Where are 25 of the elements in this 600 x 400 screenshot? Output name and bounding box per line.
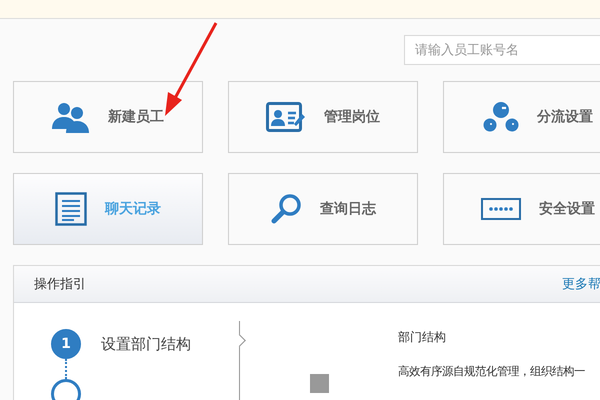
detail-heading: 部门结构 [398,329,447,346]
shortcut-tile[interactable]: 管理岗位 [228,81,418,153]
id-card-icon [266,102,306,132]
shortcut-tile[interactable]: 查询日志 [228,173,418,245]
shortcut-tile[interactable]: 分流设置 [443,81,600,153]
step-label[interactable]: 设置部门结构 [101,334,191,354]
tile-label: 查询日志 [320,200,376,218]
panel-title: 操作指引 [34,276,86,293]
shortcut-tile[interactable]: 安全设置 [443,173,600,245]
detail-text: 高效有序源自规范化管理，组织结构一 [398,364,585,379]
step-number[interactable] [51,379,81,400]
tile-label: 管理岗位 [324,108,380,126]
tile-label: 聊天记录 [105,200,161,218]
document-icon [55,192,87,226]
blobs-icon [483,101,519,133]
search-field[interactable]: 请输入员工账号名 [404,35,600,65]
tile-label: 安全设置 [539,200,595,218]
step-number[interactable]: 1 [51,329,81,359]
tile-label: 新建员工 [108,108,164,126]
search-icon [270,193,302,225]
people-icon [52,101,90,133]
image-placeholder [310,374,328,393]
tile-label: 分流设置 [537,108,593,126]
password-icon [481,198,521,220]
shortcut-tile[interactable]: 新建员工 [13,81,203,153]
